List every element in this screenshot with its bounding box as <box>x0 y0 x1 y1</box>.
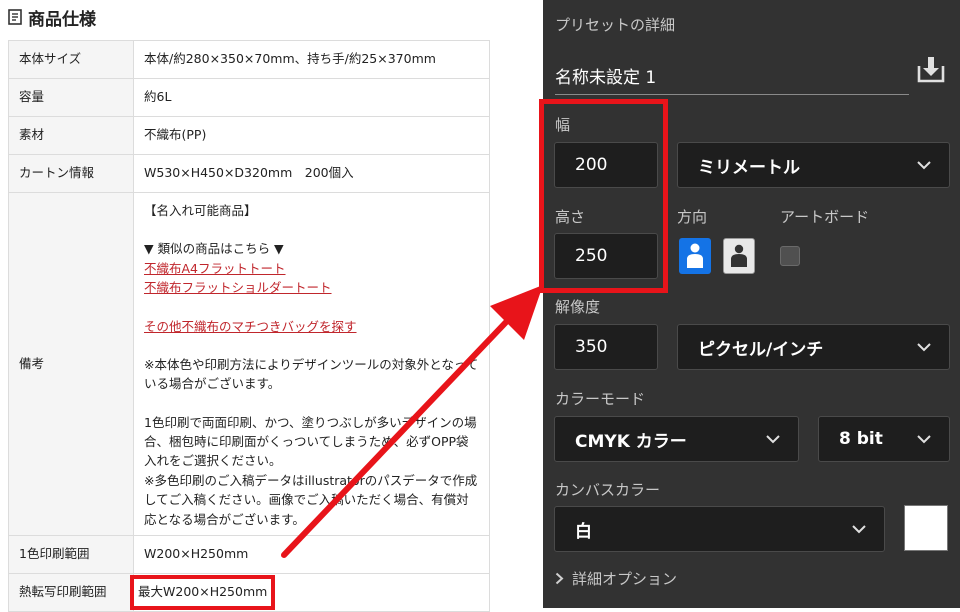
chevron-down-icon <box>917 434 931 443</box>
person-portrait-icon <box>687 243 703 268</box>
unit-value: ミリメートル <box>698 157 800 178</box>
row-label: 素材 <box>8 116 134 155</box>
advanced-options-label: 詳細オプション <box>572 570 678 588</box>
table-row: 本体サイズ 本体/約280×350×70mm、持ち手/約25×370mm <box>8 40 490 79</box>
landscape-orientation-button[interactable] <box>723 238 755 274</box>
similar-label: ▼ 類似の商品はこちら ▼ <box>144 241 284 257</box>
canvas-color-label: カンバスカラー <box>555 481 661 499</box>
portrait-orientation-button[interactable] <box>679 238 711 274</box>
table-row: 容量 約6L <box>8 78 490 117</box>
spec-table: 本体サイズ 本体/約280×350×70mm、持ち手/約25×370mm 容量 … <box>8 40 490 612</box>
row-label: 1色印刷範囲 <box>8 534 134 574</box>
preset-details-panel: プリセットの詳細 名称未設定 1 幅 200 ミリメートル 高さ 250 方向 … <box>543 0 960 608</box>
link-a4-flat-tote[interactable]: 不織布A4フラットトート <box>144 259 479 278</box>
table-row: 1色印刷範囲 W200×H250mm <box>8 534 490 574</box>
table-row: 熱転写印刷範囲 最大W200×H250mm <box>8 572 490 612</box>
row-value: W200×H250mm <box>133 534 490 574</box>
canvas-color-swatch[interactable] <box>904 505 948 551</box>
artboard-label: アートボード <box>780 208 870 226</box>
spec-title: 商品仕様 <box>28 9 96 30</box>
row-value: W530×H450×D320mm 200個入 <box>133 154 490 193</box>
table-row: 備考 【名入れ可能商品】 ▼ 類似の商品はこちら ▼ 不織布A4フラットトート … <box>8 192 490 536</box>
highlight-box-dimensions <box>539 99 668 293</box>
chevron-right-icon <box>555 572 564 585</box>
color-mode-select[interactable]: CMYK カラー <box>554 416 799 462</box>
panel-title: プリセットの詳細 <box>555 16 676 34</box>
advanced-options-toggle[interactable]: 詳細オプション <box>555 568 677 589</box>
canvas-color-value: 白 <box>575 521 592 542</box>
table-row: 素材 不織布(PP) <box>8 116 490 155</box>
orientation-label: 方向 <box>677 208 708 226</box>
canvas-color-select[interactable]: 白 <box>554 506 885 552</box>
note-illustrator: ※多色印刷のご入稿データはillustratorのパスデータで作成してご入稿くだ… <box>144 472 478 527</box>
resolution-input[interactable]: 350 <box>554 324 658 370</box>
table-row: カートン情報 W530×H450×D320mm 200個入 <box>8 154 490 193</box>
bit-depth-select[interactable]: 8 bit <box>818 416 950 462</box>
row-label: 熱転写印刷範囲 <box>8 572 134 612</box>
unit-select[interactable]: ミリメートル <box>677 142 950 188</box>
notes-heading: 【名入れ可能商品】 <box>144 203 257 218</box>
chevron-down-icon <box>917 342 931 351</box>
preset-name-field[interactable]: 名称未設定 1 <box>555 56 909 95</box>
notes-cell: 【名入れ可能商品】 ▼ 類似の商品はこちら ▼ 不織布A4フラットトート 不織布… <box>133 192 490 536</box>
row-label: カートン情報 <box>8 154 134 193</box>
row-value: 不織布(PP) <box>133 116 490 155</box>
highlighted-print-range: 最大W200×H250mm <box>130 575 276 610</box>
row-label: 本体サイズ <box>8 40 134 79</box>
spec-heading: 商品仕様 <box>8 4 96 30</box>
artboard-checkbox[interactable] <box>780 246 800 266</box>
chevron-down-icon <box>852 524 866 533</box>
row-label: 備考 <box>8 192 134 536</box>
note-design-tool: ※本体色や印刷方法によりデザインツールの対象外となっている場合がございます。 <box>144 356 479 392</box>
color-mode-value: CMYK カラー <box>575 431 687 452</box>
resolution-unit-value: ピクセル/インチ <box>698 339 824 360</box>
chevron-down-icon <box>766 434 780 443</box>
color-mode-label: カラーモード <box>555 390 646 408</box>
document-icon <box>8 9 22 25</box>
resolution-label: 解像度 <box>555 298 601 316</box>
row-label: 容量 <box>8 78 134 117</box>
chevron-down-icon <box>917 160 931 169</box>
note-opp-bag: 1色印刷で両面印刷、かつ、塗りつぶしが多いデザインの場合、梱包時に印刷面がくっつ… <box>144 414 477 469</box>
row-value: 本体/約280×350×70mm、持ち手/約25×370mm <box>133 40 490 79</box>
row-value: 約6L <box>133 78 490 117</box>
bit-depth-value: 8 bit <box>839 429 883 449</box>
link-flat-shoulder-tote[interactable]: 不織布フラットショルダートート <box>144 278 479 297</box>
resolution-unit-select[interactable]: ピクセル/インチ <box>677 324 950 370</box>
save-preset-icon[interactable] <box>915 54 947 86</box>
link-other-gusset-bags[interactable]: その他不織布のマチつきバッグを探す <box>144 317 479 336</box>
person-landscape-icon <box>731 244 747 267</box>
